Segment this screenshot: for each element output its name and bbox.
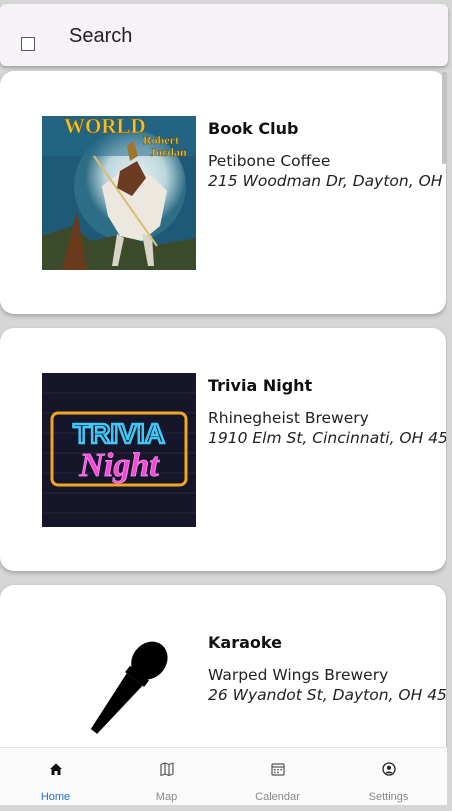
event-card-trivia-night[interactable]: TRIVIA Night Trivia Night Rhinegheist Br… xyxy=(0,328,446,571)
neon-text-night: Night xyxy=(78,447,160,484)
event-venue: Petibone Coffee xyxy=(208,152,331,170)
event-address: 215 Woodman Dr, Dayton, OH 45431 xyxy=(208,172,446,190)
nav-calendar[interactable]: Calendar xyxy=(222,748,333,806)
trivia-night-neon-image: TRIVIA Night xyxy=(42,373,196,527)
cover-text-author-last: Jordan xyxy=(150,145,187,159)
event-title: Karaoke xyxy=(208,633,282,652)
event-feed[interactable]: WORLD Robert Jordan Book Club Petibone C… xyxy=(0,66,447,747)
nav-map[interactable]: Map xyxy=(111,748,222,806)
app-root: Search WORLD Robert Jordan Book Club Pet… xyxy=(0,0,452,811)
settings-user-icon xyxy=(381,761,397,777)
nav-home-label: Home xyxy=(40,791,71,803)
event-venue: Warped Wings Brewery xyxy=(208,666,389,684)
event-title: Book Club xyxy=(208,119,299,138)
event-info: Book Club Petibone Coffee 215 Woodman Dr… xyxy=(208,119,446,190)
calendar-icon xyxy=(270,761,286,777)
select-checkbox[interactable] xyxy=(21,37,35,51)
scrollbar-thumb[interactable] xyxy=(442,72,447,164)
event-venue: Rhinegheist Brewery xyxy=(208,409,369,427)
nav-home[interactable]: Home xyxy=(0,748,111,806)
home-icon xyxy=(48,761,64,777)
bottom-navigation: Home Map Calendar Settings xyxy=(0,747,447,805)
event-card-book-club[interactable]: WORLD Robert Jordan Book Club Petibone C… xyxy=(0,71,446,314)
nav-map-label: Map xyxy=(155,791,178,803)
search-bar[interactable]: Search xyxy=(0,4,448,66)
event-info: Karaoke Warped Wings Brewery 26 Wyandot … xyxy=(208,633,446,704)
event-address: 26 Wyandot St, Dayton, OH 45402 xyxy=(208,686,446,704)
neon-text-trivia: TRIVIA xyxy=(73,418,165,449)
nav-settings-label: Settings xyxy=(368,791,409,803)
cover-text-world: WORLD xyxy=(64,116,146,138)
event-card-karaoke[interactable]: Karaoke Warped Wings Brewery 26 Wyandot … xyxy=(0,585,446,747)
event-address: 1910 Elm St, Cincinnati, OH 45202 xyxy=(208,429,446,447)
event-info: Trivia Night Rhinegheist Brewery 1910 El… xyxy=(208,376,446,447)
microphone-icon xyxy=(42,630,196,747)
event-title: Trivia Night xyxy=(208,376,313,395)
nav-settings[interactable]: Settings xyxy=(333,748,444,806)
nav-calendar-label: Calendar xyxy=(255,791,300,803)
map-icon xyxy=(159,761,175,777)
book-cover-image: WORLD Robert Jordan xyxy=(42,116,196,270)
search-title[interactable]: Search xyxy=(69,25,132,48)
